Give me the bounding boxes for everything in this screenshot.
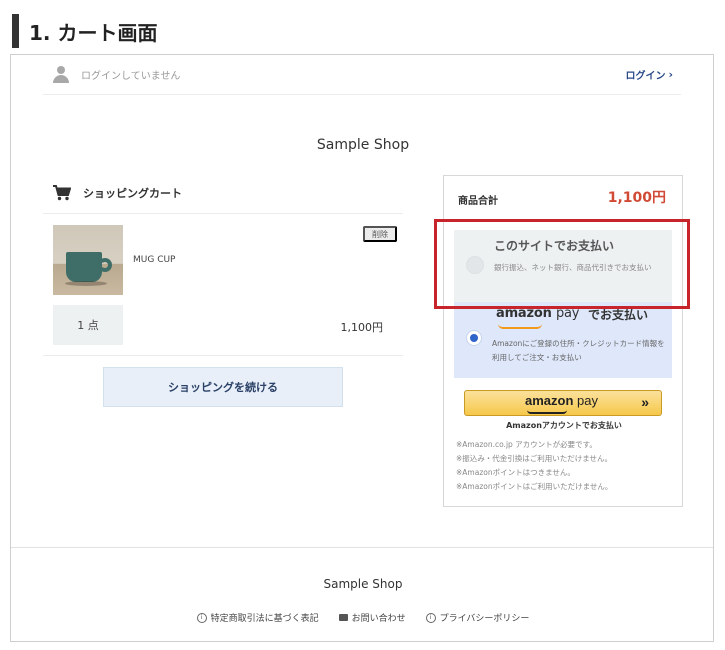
note-item: ※Amazonポイントはご利用いただけません。 <box>456 482 613 491</box>
user-icon <box>53 65 69 84</box>
heading-bar <box>12 14 19 48</box>
radio-selected[interactable] <box>466 330 482 346</box>
footer-links: i 特定商取引法に基づく表記 お問い合わせ i プライバシーポリシー <box>11 611 715 624</box>
amazon-pay-button[interactable]: amazon pay » <box>464 390 662 416</box>
mail-icon <box>338 614 348 621</box>
cart-title: ショッピングカート <box>53 185 182 201</box>
footer-link-label: お問い合わせ <box>351 614 406 624</box>
footer-link-legal[interactable]: i 特定商取引法に基づく表記 <box>196 611 319 624</box>
amazon-pay-button-logo-main: amazon <box>525 393 574 408</box>
payment-option-amazon-description: Amazonにご登録の住所・クレジットカード情報を利用してご注文・お支払い <box>492 339 665 362</box>
product-image[interactable] <box>53 225 123 295</box>
info-icon: i <box>196 612 207 623</box>
info-icon: i <box>425 612 436 623</box>
cart-screen: ログインしていません ログイン › Sample Shop ショッピングカート … <box>10 54 714 642</box>
footer-link-privacy[interactable]: i プライバシーポリシー <box>425 611 530 624</box>
amazon-smile-icon <box>527 410 567 414</box>
shop-name: Sample Shop <box>316 137 410 153</box>
double-chevron-right-icon: » <box>641 394 649 410</box>
login-bar: ログインしていません ログイン › <box>43 55 681 95</box>
payment-option-amazon[interactable]: amazon pay でお支払い Amazonにご登録の住所・クレジットカード情… <box>454 302 672 378</box>
cart-icon <box>53 185 71 201</box>
note-item: ※振込み・代金引換はご利用いただけません。 <box>456 454 613 463</box>
footer-link-contact[interactable]: お問い合わせ <box>338 611 406 624</box>
note-item: ※Amazonポイントはつきません。 <box>456 468 575 477</box>
amazon-pay-button-logo-pay: pay <box>577 393 598 408</box>
note-item: ※Amazon.co.jp アカウントが必要です。 <box>456 440 597 449</box>
amazon-pay-notes: ※Amazon.co.jp アカウントが必要です。 ※振込み・代金引換はご利用い… <box>456 438 676 494</box>
delete-button[interactable]: 削除 <box>363 226 397 242</box>
footer-link-label: 特定商取引法に基づく表記 <box>210 614 319 624</box>
heading-text: 1. カート画面 <box>29 20 158 45</box>
chevron-right-icon: › <box>668 68 673 81</box>
login-link[interactable]: ログイン › <box>625 67 673 82</box>
footer-link-label: プライバシーポリシー <box>439 614 530 624</box>
divider <box>43 213 403 214</box>
section-heading: 1. カート画面 <box>12 14 157 48</box>
divider <box>43 355 403 356</box>
subtotal-value: 1,100円 <box>607 190 666 206</box>
login-link-label: ログイン <box>625 71 666 82</box>
highlight-box <box>434 219 690 309</box>
amazon-pay-button-logo: amazon pay <box>525 393 598 408</box>
amazon-pay-caption: Amazonアカウントでお支払い <box>506 421 622 430</box>
cart-title-label: ショッピングカート <box>83 187 182 200</box>
footer-shop-name: Sample Shop <box>323 577 403 591</box>
footer-divider <box>11 547 713 548</box>
continue-shopping-button[interactable]: ショッピングを続ける <box>103 367 343 407</box>
quantity-display: 1 点 <box>53 305 123 345</box>
subtotal-label: 商品合計 <box>458 196 498 207</box>
product-name: MUG CUP <box>133 255 176 265</box>
item-price: 1,100円 <box>340 321 384 334</box>
login-status: ログインしていません <box>81 71 181 82</box>
amazon-smile-icon <box>498 324 542 329</box>
